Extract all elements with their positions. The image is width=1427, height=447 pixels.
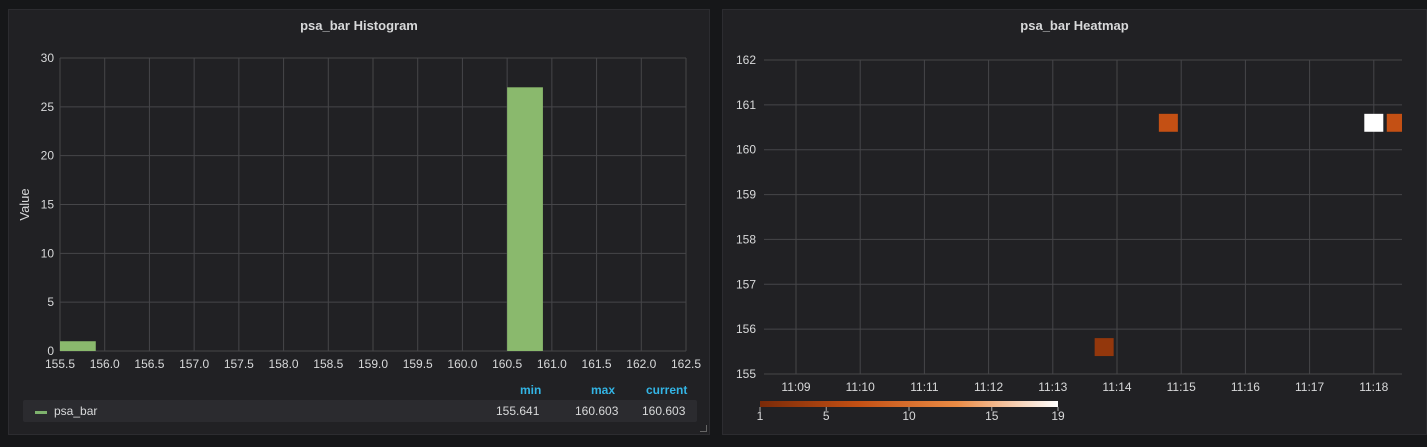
- x-tick-label: 160.0: [447, 357, 477, 371]
- color-scale-bar: [760, 401, 1058, 407]
- color-scale-label: 15: [985, 409, 999, 423]
- y-tick-label: 10: [41, 246, 55, 260]
- heatmap-cell: [1364, 113, 1384, 132]
- y-tick-label: 155: [736, 367, 756, 381]
- x-tick-label: 156.0: [90, 357, 120, 371]
- heatmap-panel: psa_bar Heatmap 155 156 157 158 159 160 161 162…: [722, 9, 1427, 435]
- y-tick-label: 5: [47, 295, 54, 309]
- x-tick-label: 11:14: [1102, 380, 1131, 394]
- histogram-panel: psa_bar Histogram 155.5 156.0 156.5 157.0 15…: [8, 9, 710, 435]
- legend-header: min max current: [23, 380, 697, 400]
- x-tick-label: 11:13: [1038, 380, 1067, 394]
- y-tick-label: 15: [41, 198, 55, 212]
- x-tick-label: 162.0: [626, 357, 656, 371]
- x-tick-label: 157.0: [179, 357, 209, 371]
- legend-series-current: 160.603: [642, 404, 686, 418]
- color-scale-label: 1: [757, 409, 764, 423]
- y-tick-label: 0: [47, 344, 54, 358]
- heatmap-chart: 15515615715815916016116211:09 11:10 11:11 1…: [736, 53, 1402, 423]
- legend-header-min: min: [520, 383, 542, 397]
- x-tick-label: 159.0: [358, 357, 388, 371]
- legend-series-min: 155.641: [496, 404, 540, 418]
- x-tick-label: 161.5: [582, 357, 612, 371]
- y-tick-label: 162: [736, 53, 756, 67]
- color-scale-label: 19: [1051, 409, 1065, 423]
- x-tick-label: 160.5: [492, 357, 522, 371]
- x-tick-label: 11:16: [1231, 380, 1260, 394]
- x-tick-label: 11:18: [1359, 380, 1388, 394]
- y-tick-label: 158: [736, 232, 756, 246]
- x-tick-label: 11:12: [974, 380, 1003, 394]
- histogram-legend: min max current psa_bar 155.641 160.603 …: [23, 380, 697, 422]
- legend-series-max: 160.603: [575, 404, 619, 418]
- x-tick-label: 11:15: [1167, 380, 1196, 394]
- y-tick-label: 30: [41, 51, 55, 65]
- histogram-bar: [507, 87, 543, 352]
- y-tick-label: 156: [736, 322, 756, 336]
- x-tick-label: 11:11: [910, 380, 939, 394]
- x-tick-label: 162.5: [671, 357, 701, 371]
- resize-handle[interactable]: [700, 425, 707, 432]
- y-tick-label: 161: [736, 98, 756, 112]
- legend-series-swatch: [35, 411, 47, 414]
- heatmap-cell: [1386, 113, 1402, 132]
- histogram-chart: 155.5 156.0 156.5 157.0 157.5 158.0 158.5 159.0…: [17, 51, 701, 371]
- x-tick-label: 11:17: [1295, 380, 1324, 394]
- color-scale-label: 10: [902, 409, 916, 423]
- x-tick-label: 158.0: [269, 357, 299, 371]
- y-tick-label: 159: [736, 188, 756, 202]
- legend-header-max: max: [591, 383, 616, 397]
- x-tick-label: 156.5: [134, 357, 164, 371]
- legend-series-name[interactable]: psa_bar: [54, 404, 97, 418]
- x-tick-label: 157.5: [224, 357, 254, 371]
- y-tick-label: 25: [41, 100, 55, 114]
- x-tick-label: 161.0: [537, 357, 567, 371]
- y-axis-label: Value: [17, 188, 32, 220]
- x-tick-label: 11:09: [781, 380, 810, 394]
- x-tick-label: 155.5: [45, 357, 75, 371]
- color-scale-label: 5: [823, 409, 830, 423]
- x-tick-label: 11:10: [846, 380, 875, 394]
- heatmap-cell: [1094, 338, 1114, 357]
- y-tick-label: 20: [41, 149, 55, 163]
- heatmap-cell: [1158, 113, 1178, 132]
- x-tick-label: 159.5: [403, 357, 433, 371]
- legend-header-current: current: [646, 383, 688, 397]
- x-tick-label: 158.5: [313, 357, 343, 371]
- legend-series-row[interactable]: psa_bar 155.641 160.603 160.603: [23, 400, 697, 422]
- y-tick-label: 160: [736, 143, 756, 157]
- y-tick-label: 157: [736, 277, 756, 291]
- histogram-bar: [60, 341, 96, 351]
